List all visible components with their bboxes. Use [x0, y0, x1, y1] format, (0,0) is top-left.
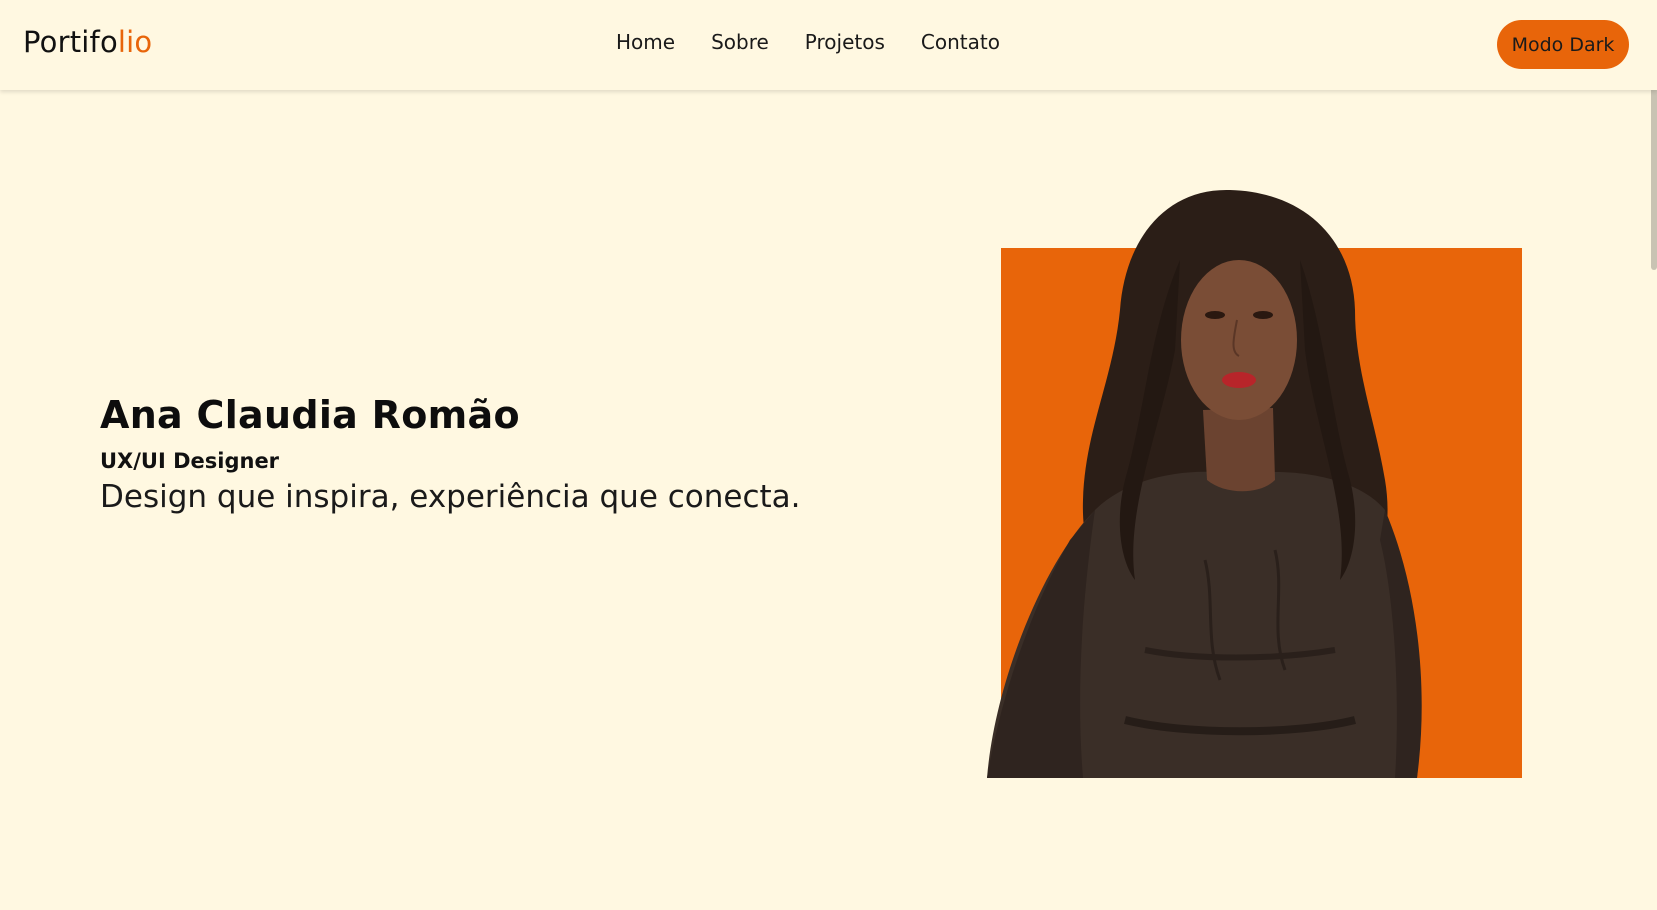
nav-link-projetos[interactable]: Projetos — [805, 30, 885, 54]
nav-link-contato[interactable]: Contato — [921, 30, 1000, 54]
hero-role: UX/UI Designer — [100, 449, 280, 473]
navbar: Portifolio Home Sobre Projetos Contato M… — [0, 0, 1657, 90]
logo-main-text: Portifo — [23, 25, 118, 59]
nav-link-home[interactable]: Home — [616, 30, 675, 54]
main-nav: Home Sobre Projetos Contato — [616, 30, 1000, 54]
hero-photo — [975, 180, 1525, 780]
hero-name: Ana Claudia Romão — [100, 393, 520, 437]
hero-text: Ana Claudia Romão UX/UI Designer Design … — [100, 393, 801, 515]
logo[interactable]: Portifolio — [23, 25, 152, 59]
portrait-illustration — [975, 189, 1422, 778]
nav-link-sobre[interactable]: Sobre — [711, 30, 769, 54]
hero-tagline: Design que inspira, experiência que cone… — [100, 479, 801, 515]
dark-mode-button[interactable]: Modo Dark — [1497, 20, 1629, 69]
logo-accent-text: lio — [117, 25, 153, 59]
